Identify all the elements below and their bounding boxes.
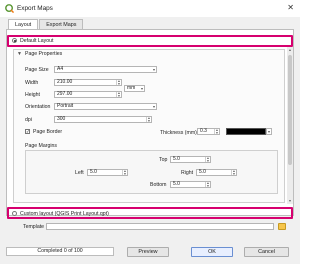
unit-value: mm xyxy=(127,85,136,91)
dpi-value: 300 xyxy=(57,116,66,122)
width-label: Width xyxy=(25,80,39,86)
cancel-button[interactable]: Cancel xyxy=(244,247,289,257)
margin-top-input[interactable]: 5.0 ▲ ▼ xyxy=(170,156,211,163)
border-color-button[interactable] xyxy=(226,128,266,135)
height-label: Height xyxy=(25,92,40,98)
height-spinner-icon[interactable]: ▲ ▼ xyxy=(116,91,121,97)
margin-top-label: Top xyxy=(159,157,168,163)
orientation-value: Portrait xyxy=(57,103,74,109)
scroll-thumb[interactable] xyxy=(288,55,292,165)
orientation-select[interactable]: Portrait ▾ xyxy=(54,103,157,110)
thickness-spinner-icon[interactable]: ▲ ▼ xyxy=(214,128,219,134)
margin-top-value: 5.0 xyxy=(173,156,180,162)
title-bar: Export Maps ✕ xyxy=(0,0,300,17)
tab-export-maps[interactable]: Export Maps xyxy=(39,19,84,29)
scroll-down-icon[interactable]: ▼ xyxy=(287,198,293,204)
qgis-app-icon xyxy=(5,4,14,13)
width-value: 210.00 xyxy=(57,79,73,85)
thickness-label: Thickness (mm) xyxy=(160,130,197,136)
scroll-up-icon[interactable]: ▲ xyxy=(287,47,293,53)
unit-select[interactable]: mm ▾ xyxy=(124,85,145,92)
custom-layout-radio[interactable] xyxy=(12,211,17,216)
margin-left-spinner-icon[interactable]: ▲ ▼ xyxy=(122,169,127,175)
margin-bottom-spinner-icon[interactable]: ▲ ▼ xyxy=(205,181,210,187)
margin-bottom-label: Bottom xyxy=(150,182,167,188)
margin-bottom-input[interactable]: 5.0 ▲ ▼ xyxy=(170,181,211,188)
export-maps-dialog: Export Maps ✕ Layout Export Maps Default… xyxy=(0,0,300,264)
collapse-arrow-icon[interactable]: ▼ xyxy=(17,51,22,57)
chevron-down-icon[interactable]: ▾ xyxy=(266,128,272,135)
page-size-select[interactable]: A4 ▾ xyxy=(54,66,157,73)
margin-left-value: 5.0 xyxy=(90,169,97,175)
tab-bar: Layout Export Maps xyxy=(8,19,84,30)
default-layout-label: Default Layout xyxy=(20,38,54,44)
dpi-input[interactable]: 300 ▲ ▼ xyxy=(54,116,152,123)
window-title: Export Maps xyxy=(17,5,53,12)
close-icon[interactable]: ✕ xyxy=(287,3,294,13)
height-input[interactable]: 297.00 ▲ ▼ xyxy=(54,91,122,98)
thickness-value: 0.3 xyxy=(200,128,207,134)
template-path-input[interactable] xyxy=(46,223,274,230)
width-spinner-icon[interactable]: ▲ ▼ xyxy=(116,79,121,85)
page-size-label: Page Size xyxy=(25,67,49,73)
page-size-value: A4 xyxy=(57,66,64,72)
folder-open-icon[interactable] xyxy=(278,223,286,230)
margin-bottom-value: 5.0 xyxy=(173,181,180,187)
preview-button[interactable]: Preview xyxy=(127,247,169,257)
height-value: 297.00 xyxy=(57,91,73,97)
dpi-label: dpi xyxy=(25,117,32,123)
default-layout-radio[interactable] xyxy=(12,38,17,43)
custom-layout-label: Custom layout (QGIS Print Layout.qpt) xyxy=(20,211,109,217)
page-properties-header: Page Properties xyxy=(25,51,63,57)
margin-top-spinner-icon[interactable]: ▲ ▼ xyxy=(205,156,210,162)
page-margins-label: Page Margins xyxy=(25,143,58,149)
ok-button[interactable]: OK xyxy=(191,247,233,257)
progress-text: Completed 0 of 100 xyxy=(37,248,83,254)
margin-right-label: Right xyxy=(181,170,194,176)
chevron-down-icon: ▾ xyxy=(152,104,155,109)
thickness-input[interactable]: 0.3 ▲ ▼ xyxy=(197,128,220,135)
progress-bar: Completed 0 of 100 xyxy=(6,247,114,256)
page-border-checkbox[interactable]: ✓ xyxy=(25,129,30,134)
chevron-down-icon: ▾ xyxy=(140,86,143,91)
margin-right-input[interactable]: 5.0 ▲ ▼ xyxy=(196,169,237,176)
dpi-spinner-icon[interactable]: ▲ ▼ xyxy=(146,116,151,122)
margin-left-input[interactable]: 5.0 ▲ ▼ xyxy=(87,169,128,176)
page-border-label: Page Border xyxy=(33,129,63,135)
template-label: Template xyxy=(23,224,45,230)
orientation-label: Orientation xyxy=(25,104,51,110)
margin-right-value: 5.0 xyxy=(199,169,206,175)
margin-right-spinner-icon[interactable]: ▲ ▼ xyxy=(231,169,236,175)
margin-left-label: Left xyxy=(75,170,84,176)
chevron-down-icon: ▾ xyxy=(152,67,155,72)
width-input[interactable]: 210.00 ▲ ▼ xyxy=(54,79,122,86)
vertical-scrollbar[interactable]: ▲ ▼ xyxy=(287,47,293,204)
